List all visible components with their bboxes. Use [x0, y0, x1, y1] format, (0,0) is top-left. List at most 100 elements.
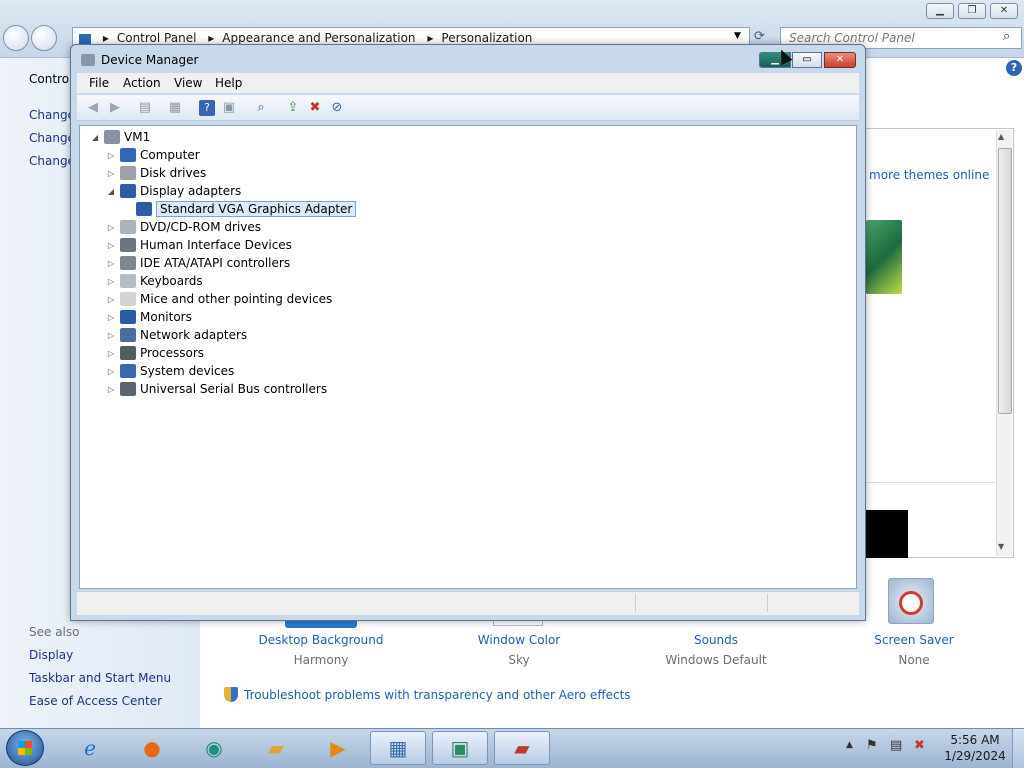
- dm-maximize-button[interactable]: ▭: [792, 52, 822, 68]
- action-pane-icon[interactable]: ▣: [221, 100, 237, 116]
- minimize-button[interactable]: ▁: [926, 3, 954, 19]
- personalization-taskbar-icon[interactable]: ▣: [432, 731, 488, 765]
- scroll-thumb[interactable]: [998, 148, 1012, 414]
- desktop-background-label[interactable]: Desktop Background: [251, 633, 391, 647]
- uninstall-icon[interactable]: ✖: [307, 100, 323, 116]
- left-pane-title: Control: [29, 72, 73, 86]
- action-center-flag-icon[interactable]: ⚑: [866, 738, 878, 753]
- device-manager-taskbar-icon[interactable]: ▰: [494, 731, 550, 765]
- tree-category[interactable]: ▷ IDE ATA/ATAPI controllers: [106, 254, 290, 272]
- forward-button[interactable]: [31, 25, 57, 51]
- status-divider: [767, 594, 768, 612]
- expand-icon[interactable]: ▷: [106, 349, 116, 358]
- forward-arrow-icon[interactable]: ▶: [107, 100, 123, 116]
- expand-icon[interactable]: ▷: [106, 331, 116, 340]
- desktop-background-value: Harmony: [293, 653, 349, 667]
- taskbar-clock[interactable]: 5:56 AM 1/29/2024: [942, 732, 1008, 764]
- expand-icon[interactable]: ▷: [106, 313, 116, 322]
- screen-saver-thumbnail[interactable]: [888, 578, 934, 624]
- search-icon[interactable]: ⌕: [1003, 29, 1010, 44]
- tree-category[interactable]: ◢ Display adapters: [106, 182, 241, 200]
- show-desktop-button[interactable]: [1012, 729, 1024, 768]
- tree-category[interactable]: ▷ Processors: [106, 344, 204, 362]
- menu-action[interactable]: Action: [123, 76, 161, 90]
- expand-icon[interactable]: ▷: [106, 259, 116, 268]
- tree-root[interactable]: ◢ VM1: [90, 128, 150, 146]
- collapse-icon[interactable]: ◢: [106, 187, 116, 196]
- back-arrow-icon[interactable]: ◀: [85, 100, 101, 116]
- tree-item-label: Display adapters: [140, 184, 242, 198]
- tree-child-item[interactable]: Standard VGA Graphics Adapter: [136, 200, 357, 218]
- properties-icon[interactable]: ▦: [167, 100, 183, 116]
- expand-icon[interactable]: ▷: [106, 367, 116, 376]
- window-color-label[interactable]: Window Color: [449, 633, 589, 647]
- tree-category[interactable]: ▷ Network adapters: [106, 326, 247, 344]
- menu-help[interactable]: Help: [215, 76, 242, 90]
- see-also-display[interactable]: Display: [29, 648, 73, 662]
- menu-bar: File Action View Help: [77, 73, 859, 93]
- help-toolbar-icon[interactable]: ?: [199, 100, 215, 116]
- menu-file[interactable]: File: [89, 76, 109, 90]
- tree-category[interactable]: ▷ Mice and other pointing devices: [106, 290, 332, 308]
- tree-category[interactable]: ▷ Disk drives: [106, 164, 206, 182]
- close-button[interactable]: ✕: [990, 3, 1018, 19]
- help-icon[interactable]: ?: [1006, 60, 1022, 76]
- screen-saver-label[interactable]: Screen Saver: [844, 633, 984, 647]
- show-hide-tree-icon[interactable]: ▤: [137, 100, 153, 116]
- tree-category[interactable]: ▷ DVD/CD-ROM drives: [106, 218, 261, 236]
- breadcrumb-control-panel[interactable]: Control Panel: [117, 31, 197, 45]
- expand-icon[interactable]: ▷: [106, 295, 116, 304]
- disable-device-icon[interactable]: ⊘: [329, 100, 345, 116]
- tree-category[interactable]: ▷ Computer: [106, 146, 200, 164]
- tree-category[interactable]: ▷ Keyboards: [106, 272, 203, 290]
- disk-drive-icon: [120, 166, 136, 180]
- dm-close-button[interactable]: ✕: [824, 52, 856, 68]
- expand-icon[interactable]: ▷: [106, 277, 116, 286]
- left-pane-link-2[interactable]: Change: [29, 131, 75, 145]
- tree-category[interactable]: ▷ Universal Serial Bus controllers: [106, 380, 327, 398]
- breadcrumb-personalization[interactable]: Personalization: [441, 31, 532, 45]
- expand-icon[interactable]: ▷: [106, 169, 116, 178]
- device-tree[interactable]: ◢ VM1 ▷ Computer ▷ Disk drives ◢ Display adap…: [79, 125, 857, 589]
- scroll-up-icon[interactable]: ▲: [998, 132, 1004, 141]
- address-dropdown-icon[interactable]: ▼: [734, 31, 741, 41]
- volume-muted-icon[interactable]: ✖: [914, 738, 925, 753]
- see-also-ease-of-access[interactable]: Ease of Access Center: [29, 694, 162, 708]
- scroll-down-icon[interactable]: ▼: [998, 542, 1004, 551]
- collapse-icon[interactable]: ◢: [90, 133, 100, 142]
- left-pane-link-1[interactable]: Change: [29, 108, 75, 122]
- network-icon[interactable]: ▤: [890, 738, 902, 753]
- control-panel-taskbar-icon[interactable]: ▦: [370, 731, 426, 765]
- tree-category[interactable]: ▷ System devices: [106, 362, 234, 380]
- sounds-label[interactable]: Sounds: [646, 633, 786, 647]
- left-pane-link-3[interactable]: Change: [29, 154, 75, 168]
- expand-icon[interactable]: ▷: [106, 151, 116, 160]
- tree-category[interactable]: ▷ Human Interface Devices: [106, 236, 292, 254]
- back-button[interactable]: [3, 25, 29, 51]
- expand-icon[interactable]: ▷: [106, 223, 116, 232]
- media-player-icon[interactable]: ▶: [310, 731, 366, 765]
- browser-icon[interactable]: ◉: [186, 731, 242, 765]
- breadcrumb-appearance[interactable]: Appearance and Personalization: [222, 31, 415, 45]
- tree-category[interactable]: ▷ Monitors: [106, 308, 192, 326]
- troubleshoot-link[interactable]: Troubleshoot problems with transparency …: [244, 688, 631, 702]
- internet-explorer-icon[interactable]: ℯ: [62, 731, 118, 765]
- refresh-icon[interactable]: ⟳: [754, 29, 765, 44]
- see-also-taskbar[interactable]: Taskbar and Start Menu: [29, 671, 171, 685]
- themes-divider: [866, 482, 996, 483]
- themes-scrollbar[interactable]: ▲ ▼: [996, 130, 1012, 556]
- maximize-button[interactable]: ❐: [958, 3, 986, 19]
- expand-icon[interactable]: ▷: [106, 241, 116, 250]
- scan-hardware-icon[interactable]: ⌕: [253, 100, 269, 116]
- theme-thumbnail-dark[interactable]: [866, 510, 908, 558]
- tree-item-label: Mice and other pointing devices: [140, 292, 333, 306]
- tray-expand-icon[interactable]: ▲: [846, 740, 853, 750]
- menu-view[interactable]: View: [174, 76, 202, 90]
- firefox-icon[interactable]: ●: [124, 731, 180, 765]
- file-explorer-icon[interactable]: ▰: [248, 731, 304, 765]
- theme-thumbnail[interactable]: [866, 220, 902, 294]
- more-themes-link[interactable]: more themes online: [869, 168, 989, 182]
- update-driver-icon[interactable]: ⇪: [285, 100, 301, 116]
- expand-icon[interactable]: ▷: [106, 385, 116, 394]
- start-button[interactable]: [6, 730, 44, 766]
